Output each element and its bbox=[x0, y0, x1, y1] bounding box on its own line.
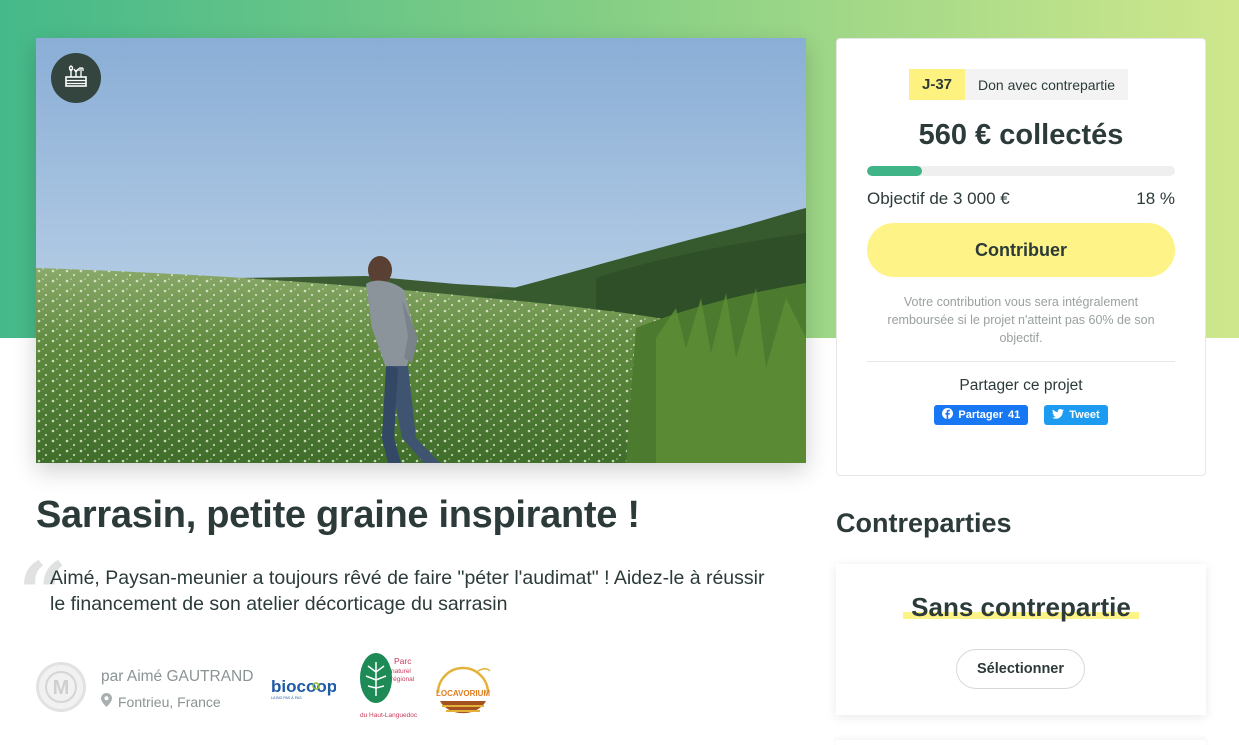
amount-collected: 560 € collectés bbox=[918, 119, 1124, 151]
location-pin-icon bbox=[101, 693, 112, 710]
author-avatar[interactable]: M bbox=[36, 662, 86, 712]
avatar-letter: M bbox=[53, 677, 70, 699]
biocoop-logo[interactable]: biocoop LA BIO PAS À PAS bbox=[270, 676, 337, 702]
locavorium-logo-text: LOCAVORIUM bbox=[436, 689, 490, 698]
facebook-icon bbox=[942, 408, 954, 422]
progress-bar bbox=[867, 166, 1175, 176]
select-reward-button[interactable]: Sélectionner bbox=[956, 649, 1085, 689]
campaign-tags: J-37 Don avec contrepartie bbox=[909, 69, 1128, 100]
funding-card: J-37 Don avec contrepartie 560 € collect… bbox=[836, 38, 1206, 476]
parc-haut-languedoc-logo[interactable]: Parc naturel régional du Haut-Languedoc bbox=[358, 652, 418, 720]
tweet-label: Tweet bbox=[1069, 409, 1100, 421]
category-badge bbox=[51, 53, 101, 103]
share-title: Partager ce projet bbox=[959, 377, 1083, 394]
project-title: Sarrasin, petite graine inspirante ! bbox=[36, 494, 640, 536]
next-reward-card-edge bbox=[836, 740, 1206, 745]
parc-logo-line-3: régional bbox=[391, 676, 415, 683]
reward-title-wrap: Sans contrepartie bbox=[836, 592, 1206, 623]
reward-card: Sans contrepartie Sélectionner bbox=[836, 564, 1206, 715]
biocoop-tagline: LA BIO PAS À PAS bbox=[271, 696, 302, 700]
facebook-share-button[interactable]: Partager 41 bbox=[934, 405, 1029, 425]
facebook-share-count: 41 bbox=[1008, 409, 1021, 421]
progress-fill bbox=[867, 166, 923, 176]
days-left-badge: J-37 bbox=[909, 69, 966, 100]
refund-note: Votre contribution vous sera intégraleme… bbox=[887, 295, 1155, 345]
contribute-button[interactable]: Contribuer bbox=[867, 223, 1175, 277]
funding-percent: 18 % bbox=[1136, 189, 1175, 208]
author-location: Fontrieu, France bbox=[101, 693, 221, 710]
reward-title: Sans contrepartie bbox=[903, 592, 1139, 623]
agriculture-icon bbox=[63, 63, 89, 94]
parc-logo-line-2: naturel bbox=[391, 668, 411, 675]
twitter-bird-icon bbox=[1052, 408, 1065, 422]
locavorium-logo[interactable]: LOCAVORIUM bbox=[432, 665, 494, 721]
tweet-button[interactable]: Tweet bbox=[1044, 405, 1108, 425]
parc-logo-line-1: Parc bbox=[394, 656, 412, 666]
card-divider bbox=[867, 361, 1175, 362]
project-description: Aimé, Paysan-meunier a toujours rêvé de … bbox=[50, 567, 765, 615]
rewards-heading: Contreparties bbox=[836, 508, 1012, 538]
parc-logo-line-4: du Haut-Languedoc bbox=[360, 712, 418, 719]
funding-goal: Objectif de 3 000 € bbox=[867, 189, 1010, 208]
biocoop-logo-text: biocoop bbox=[271, 677, 336, 696]
share-buttons: Partager 41 Tweet bbox=[837, 405, 1205, 425]
campaign-type-badge: Don avec contrepartie bbox=[965, 69, 1128, 100]
author-name-link[interactable]: par Aimé GAUTRAND bbox=[101, 668, 253, 686]
project-photo bbox=[36, 38, 806, 463]
location-text: Fontrieu, France bbox=[118, 693, 221, 710]
facebook-share-label: Partager bbox=[958, 409, 1004, 421]
